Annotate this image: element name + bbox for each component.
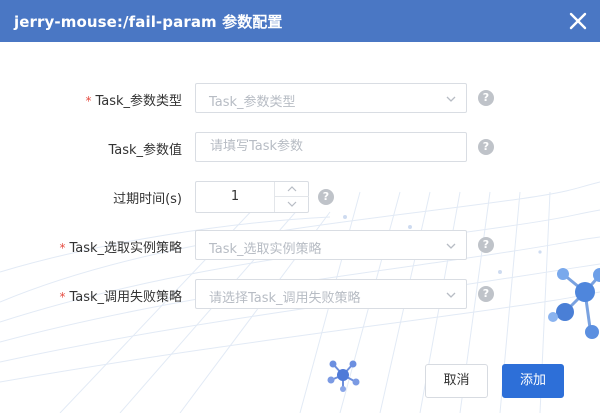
- task-failure-strategy-label: * Task_调用失败策略: [59, 290, 182, 305]
- add-button[interactable]: 添加: [502, 364, 564, 398]
- help-icon[interactable]: ?: [478, 237, 494, 253]
- chevron-down-icon: [446, 243, 456, 249]
- required-marker: *: [59, 290, 66, 304]
- increment-button[interactable]: [275, 182, 309, 197]
- required-marker: *: [85, 94, 92, 108]
- task-instance-strategy-select[interactable]: Task_选取实例策略: [195, 230, 467, 260]
- help-icon[interactable]: ?: [478, 286, 494, 302]
- help-icon[interactable]: ?: [318, 189, 334, 205]
- task-failure-strategy-select[interactable]: 请选择Task_调用失败策略: [195, 279, 467, 309]
- param-config-dialog: jerry-mouse:/fail-param 参数配置 * Task_参数类型…: [0, 0, 600, 413]
- dialog-title: jerry-mouse:/fail-param 参数配置: [14, 13, 283, 31]
- task-instance-strategy-placeholder: Task_选取实例策略: [209, 242, 322, 257]
- expire-time-label: 过期时间(s): [113, 192, 182, 207]
- required-marker: *: [59, 241, 66, 255]
- help-icon[interactable]: ?: [478, 139, 494, 155]
- close-icon[interactable]: [566, 9, 590, 33]
- form-row-task-instance-strategy: * Task_选取实例策略 Task_选取实例策略 ?: [0, 230, 600, 262]
- chevron-down-icon: [287, 201, 297, 207]
- chevron-up-icon: [287, 186, 297, 192]
- dialog-header: jerry-mouse:/fail-param 参数配置: [0, 0, 600, 42]
- task-param-value-input[interactable]: [208, 138, 452, 155]
- expire-time-stepper[interactable]: 1: [195, 181, 309, 213]
- task-param-type-placeholder: Task_参数类型: [209, 95, 296, 110]
- form-row-task-param-value: Task_参数值 ?: [0, 132, 600, 164]
- task-param-type-label: * Task_参数类型: [85, 94, 182, 109]
- form-row-task-failure-strategy: * Task_调用失败策略 请选择Task_调用失败策略 ?: [0, 279, 600, 311]
- task-failure-strategy-placeholder: 请选择Task_调用失败策略: [209, 291, 361, 306]
- cancel-button[interactable]: 取消: [425, 364, 488, 398]
- help-icon[interactable]: ?: [478, 90, 494, 106]
- task-param-value-field[interactable]: [195, 132, 467, 162]
- chevron-down-icon: [446, 96, 456, 102]
- stepper-controls: [274, 182, 309, 212]
- task-param-type-select[interactable]: Task_参数类型: [195, 83, 467, 113]
- task-instance-strategy-label: * Task_选取实例策略: [59, 241, 182, 256]
- task-param-value-label: Task_参数值: [108, 143, 182, 158]
- expire-time-value[interactable]: 1: [196, 189, 274, 204]
- form-row-expire-time: 过期时间(s) 1 ?: [0, 181, 600, 213]
- molecule-decoration-small: [327, 360, 360, 392]
- decrement-button[interactable]: [275, 197, 309, 212]
- chevron-down-icon: [446, 292, 456, 298]
- form-row-task-param-type: * Task_参数类型 Task_参数类型 ?: [0, 83, 600, 115]
